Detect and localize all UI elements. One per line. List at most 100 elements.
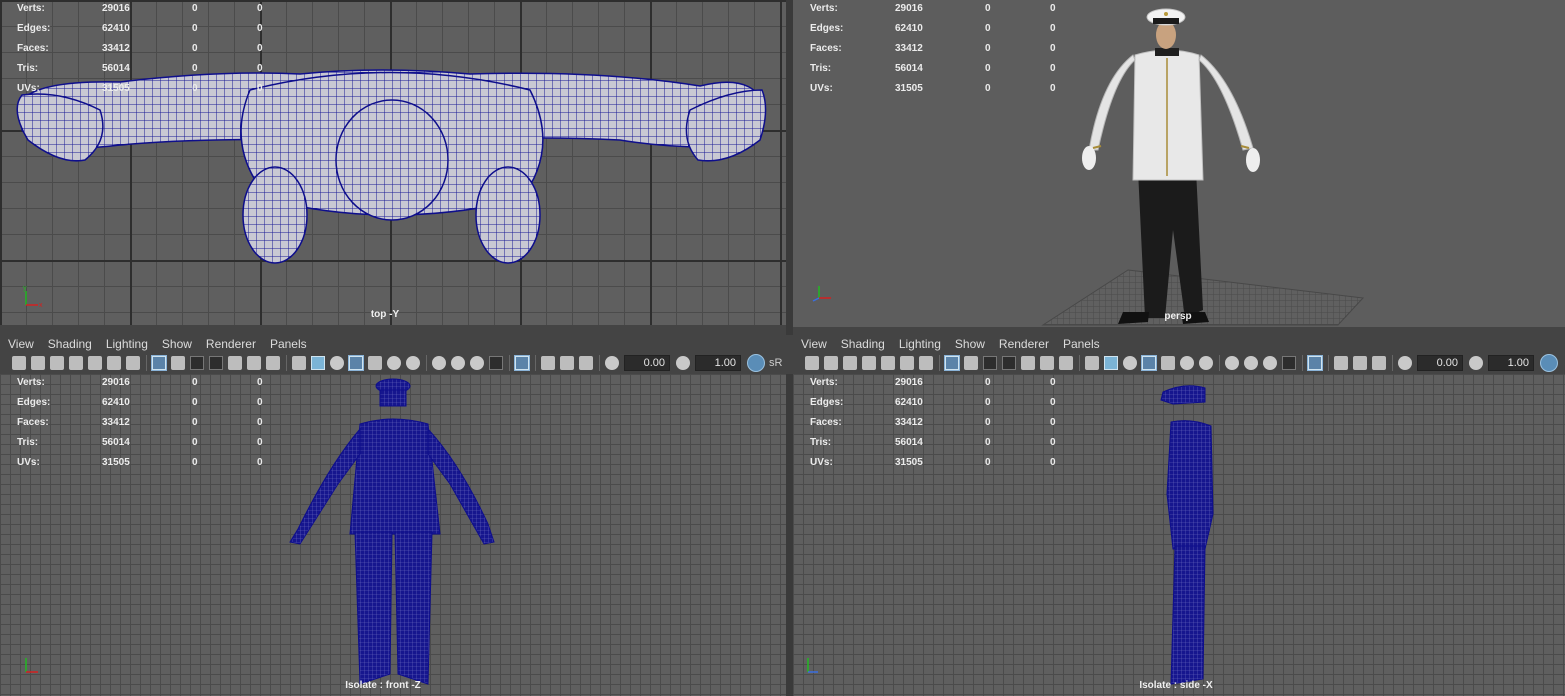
camera-icon[interactable] [805, 356, 819, 370]
toolbar-separator [426, 355, 427, 371]
lock-camera-icon[interactable] [824, 356, 838, 370]
menu-panels[interactable]: Panels [270, 337, 307, 351]
hud-label: Edges: [810, 397, 844, 408]
top-viewport[interactable]: Verts: 29016 0 0 Edges: 62410 0 0 Faces: 33412 0… [0, 0, 786, 325]
bookmark-icon[interactable] [843, 356, 857, 370]
menu-shading[interactable]: Shading [48, 337, 92, 351]
paint-icon[interactable] [919, 356, 933, 370]
snap-icon[interactable] [88, 356, 102, 370]
textured-icon[interactable] [1161, 356, 1175, 370]
gate-mask-icon[interactable] [1002, 356, 1016, 370]
exposure-icon[interactable] [605, 356, 619, 370]
grid-icon[interactable] [151, 355, 167, 371]
default-material-icon[interactable] [1123, 356, 1137, 370]
camera-label: Isolate : side -X [1139, 680, 1213, 691]
grid-icon[interactable] [944, 355, 960, 371]
hud-value: 0 [985, 437, 991, 448]
safe-title-icon[interactable] [1059, 356, 1073, 370]
wireframe-icon[interactable] [1085, 356, 1099, 370]
menu-lighting[interactable]: Lighting [106, 337, 148, 351]
hud-value: 0 [257, 83, 263, 94]
depth-of-field-icon[interactable] [1282, 356, 1296, 370]
ambient-occlusion-icon[interactable] [1225, 356, 1239, 370]
safe-action-icon[interactable] [247, 356, 261, 370]
menu-show[interactable]: Show [162, 337, 192, 351]
depth-of-field-icon[interactable] [489, 356, 503, 370]
wireframe-icon[interactable] [292, 356, 306, 370]
smooth-shade-icon[interactable] [1104, 356, 1118, 370]
xray-icon[interactable] [1334, 356, 1348, 370]
side-viewport[interactable]: Verts: 29016 0 0 Edges: 62410 0 0 Faces: 33412 0… [793, 374, 1565, 696]
exposure-icon[interactable] [1398, 356, 1412, 370]
antialiasing-icon[interactable] [1263, 356, 1277, 370]
lights-icon[interactable] [1180, 356, 1194, 370]
select-camera-icon[interactable] [69, 356, 83, 370]
film-gate-icon[interactable] [964, 356, 978, 370]
hud-value: 33412 [102, 417, 130, 428]
resolution-gate-icon[interactable] [190, 356, 204, 370]
field-chart-icon[interactable] [228, 356, 242, 370]
safe-title-icon[interactable] [266, 356, 280, 370]
gamma-field[interactable]: 1.00 [695, 355, 741, 371]
hud-value: 56014 [895, 63, 923, 74]
menu-show[interactable]: Show [955, 337, 985, 351]
paint-icon[interactable] [126, 356, 140, 370]
menu-view[interactable]: View [801, 337, 827, 351]
camera-icon[interactable] [12, 356, 26, 370]
gamma-field[interactable]: 1.00 [1488, 355, 1534, 371]
menu-view[interactable]: View [8, 337, 34, 351]
resolution-gate-icon[interactable] [983, 356, 997, 370]
hud-label: Edges: [17, 397, 51, 408]
shadows-icon[interactable] [406, 356, 420, 370]
motion-blur-icon[interactable] [1244, 356, 1258, 370]
xray-joints-icon[interactable] [1372, 356, 1386, 370]
exposure-field[interactable]: 0.00 [1417, 355, 1463, 371]
lights-icon[interactable] [387, 356, 401, 370]
shaded-wireframe-icon[interactable] [348, 355, 364, 371]
smooth-shade-icon[interactable] [311, 356, 325, 370]
select-camera-icon[interactable] [862, 356, 876, 370]
motion-blur-icon[interactable] [451, 356, 465, 370]
menu-renderer[interactable]: Renderer [999, 337, 1049, 351]
antialiasing-icon[interactable] [470, 356, 484, 370]
xray-active-icon[interactable] [560, 356, 574, 370]
persp-viewport[interactable]: Verts: 29016 0 0 Edges: 62410 0 0 Faces: 33412 0… [793, 0, 1565, 327]
xray-active-icon[interactable] [1353, 356, 1367, 370]
exposure-field[interactable]: 0.00 [624, 355, 670, 371]
isolate-select-icon[interactable] [1307, 355, 1323, 371]
default-material-icon[interactable] [330, 356, 344, 370]
shaded-wireframe-icon[interactable] [1141, 355, 1157, 371]
hud-value: 0 [192, 43, 198, 54]
field-chart-icon[interactable] [1021, 356, 1035, 370]
hud-value: 0 [257, 23, 263, 34]
shadows-icon[interactable] [1199, 356, 1213, 370]
hud-value: 56014 [895, 437, 923, 448]
hud-label: Faces: [810, 43, 842, 54]
film-gate-icon[interactable] [171, 356, 185, 370]
xray-joints-icon[interactable] [579, 356, 593, 370]
menu-renderer[interactable]: Renderer [206, 337, 256, 351]
move-icon[interactable] [900, 356, 914, 370]
safe-action-icon[interactable] [1040, 356, 1054, 370]
xray-icon[interactable] [541, 356, 555, 370]
gamma-icon[interactable] [676, 356, 690, 370]
menu-lighting[interactable]: Lighting [899, 337, 941, 351]
color-management-icon[interactable] [747, 354, 765, 372]
color-space-label[interactable]: sR [769, 357, 782, 369]
gate-mask-icon[interactable] [209, 356, 223, 370]
poly-count-hud: Verts: 29016 0 0 Edges: 62410 0 0 Faces: 33412 0… [17, 377, 263, 477]
menu-panels[interactable]: Panels [1063, 337, 1100, 351]
menu-shading[interactable]: Shading [841, 337, 885, 351]
isolate-select-icon[interactable] [514, 355, 530, 371]
snap-icon[interactable] [881, 356, 895, 370]
hud-label: UVs: [17, 83, 40, 94]
hud-value: 0 [985, 417, 991, 428]
gamma-icon[interactable] [1469, 356, 1483, 370]
textured-icon[interactable] [368, 356, 382, 370]
front-viewport[interactable]: Verts: 29016 0 0 Edges: 62410 0 0 Faces: 33412 0… [0, 374, 786, 696]
bookmark-icon[interactable] [50, 356, 64, 370]
color-management-icon[interactable] [1540, 354, 1558, 372]
move-icon[interactable] [107, 356, 121, 370]
ambient-occlusion-icon[interactable] [432, 356, 446, 370]
lock-camera-icon[interactable] [31, 356, 45, 370]
